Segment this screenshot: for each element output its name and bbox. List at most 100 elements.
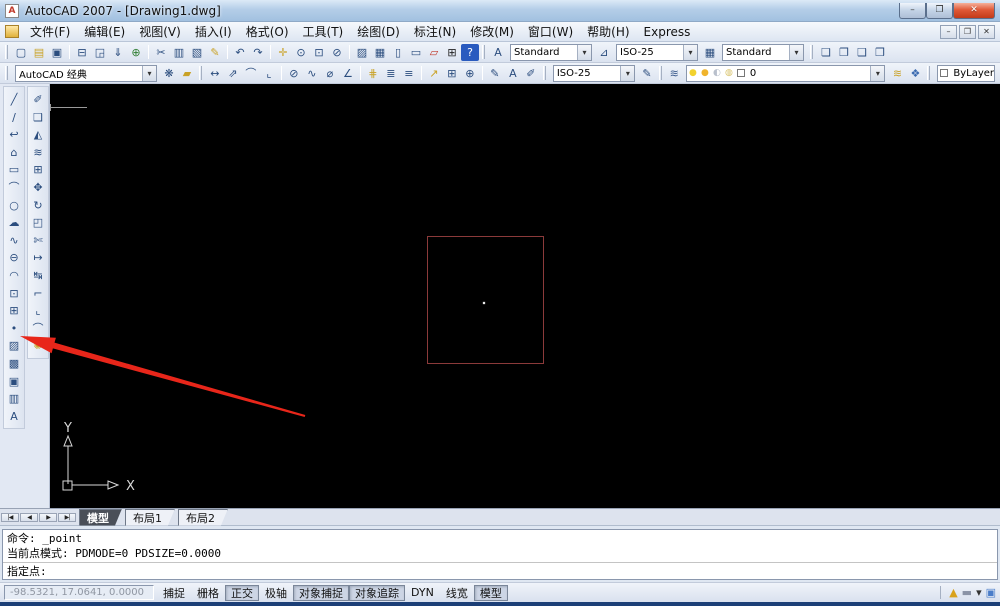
linear-dimension-icon[interactable]: ↔	[206, 65, 224, 82]
arc-length-dimension-icon[interactable]: ⌒	[242, 65, 260, 82]
draworder-front-icon[interactable]: ❏	[817, 44, 835, 61]
properties-icon[interactable]: ▨	[353, 44, 371, 61]
extend-tool[interactable]: ↦	[29, 249, 47, 267]
toggle-osnap[interactable]: 对象捕捉	[293, 585, 349, 601]
toolbar-grip[interactable]	[5, 66, 8, 80]
dimension-update-icon[interactable]: ✐	[522, 65, 540, 82]
insert-block-tool[interactable]: ⊡	[5, 285, 23, 303]
trim-tool[interactable]: ✄	[29, 232, 47, 250]
ordinate-dimension-icon[interactable]: ⌞	[260, 65, 278, 82]
erase-tool[interactable]: ✐	[29, 91, 47, 109]
cut-icon[interactable]: ✂	[152, 44, 170, 61]
toggle-ortho[interactable]: 正交	[225, 585, 259, 601]
toolbar-grip[interactable]	[810, 45, 813, 59]
web-icon[interactable]: ⊕	[127, 44, 145, 61]
layer-properties-manager-icon[interactable]: ≋	[666, 65, 683, 82]
drawing-file-icon[interactable]	[5, 25, 19, 38]
revision-cloud-tool[interactable]: ☁	[5, 214, 23, 232]
line-tool[interactable]: ╱	[5, 91, 23, 109]
array-tool[interactable]: ⊞	[29, 161, 47, 179]
quick-dimension-icon[interactable]: ⋕	[364, 65, 382, 82]
dim-style-icon[interactable]: ⊿	[595, 44, 613, 61]
explode-tool[interactable]: ✺	[29, 337, 47, 355]
redo-icon[interactable]: ↷	[249, 44, 267, 61]
coordinate-display[interactable]: -98.5321, 17.0641, 0.0000	[4, 585, 154, 600]
toolbar-lock-icon[interactable]: ▬	[962, 586, 972, 599]
minimize-button[interactable]: –	[899, 3, 926, 19]
workspace-settings-icon[interactable]: ❋	[160, 65, 178, 82]
zoom-window-icon[interactable]: ⊡	[310, 44, 328, 61]
annotation-scale-icon[interactable]: ▲	[949, 586, 957, 599]
quick-leader-icon[interactable]: ↗	[425, 65, 443, 82]
paste-icon[interactable]: ▧	[188, 44, 206, 61]
drawing-canvas[interactable]: Y X	[50, 84, 1000, 508]
menu-item-9[interactable]: 窗口(W)	[521, 22, 580, 41]
toolbar-grip[interactable]	[543, 66, 546, 80]
polyline-tool[interactable]: ↩	[5, 126, 23, 144]
zoom-previous-icon[interactable]: ⊘	[328, 44, 346, 61]
plot-icon[interactable]: ⊟	[73, 44, 91, 61]
dim-style-manager-icon[interactable]: ✎	[638, 65, 655, 82]
chamfer-tool[interactable]: ⌞	[29, 302, 47, 320]
dimension-text-edit-icon[interactable]: A	[504, 65, 522, 82]
menu-item-2[interactable]: 视图(V)	[132, 22, 188, 41]
rectangle-tool[interactable]: ▭	[5, 161, 23, 179]
menu-item-4[interactable]: 格式(O)	[239, 22, 296, 41]
dropdown-arrow-icon[interactable]: ▾	[620, 66, 634, 81]
close-button[interactable]: ✕	[953, 3, 995, 19]
publish-icon[interactable]: ⇓	[109, 44, 127, 61]
arc-tool[interactable]: ⌒	[5, 179, 23, 197]
tab-nav-last[interactable]: ▶|	[58, 513, 76, 522]
menu-item-0[interactable]: 文件(F)	[23, 22, 77, 41]
tab-model[interactable]: 模型	[79, 509, 122, 526]
construction-line-tool[interactable]: ∕	[5, 109, 23, 127]
tab-nav-prev[interactable]: ◀	[20, 513, 38, 522]
tab-nav-first[interactable]: |◀	[1, 513, 19, 522]
mirror-tool[interactable]: ◭	[29, 126, 47, 144]
toggle-dyn[interactable]: DYN	[405, 585, 440, 601]
help-icon[interactable]: ?	[461, 44, 479, 61]
point-tool[interactable]: •	[5, 320, 23, 338]
dimension-edit-icon[interactable]: ✎	[486, 65, 504, 82]
layer-bulb-icon[interactable]: ●	[687, 68, 699, 78]
table-tool[interactable]: ▥	[5, 390, 23, 408]
tool-palettes-icon[interactable]: ▯	[389, 44, 407, 61]
draworder-below-icon[interactable]: ❒	[871, 44, 889, 61]
dropdown-arrow-icon[interactable]: ▾	[142, 66, 156, 81]
menu-item-10[interactable]: 帮助(H)	[580, 22, 636, 41]
dropdown-arrow-icon[interactable]: ▾	[683, 45, 697, 60]
join-tool[interactable]: ⌐	[29, 285, 47, 303]
match-properties-icon[interactable]: ✎	[206, 44, 224, 61]
ellipse-tool[interactable]: ⊖	[5, 249, 23, 267]
aligned-dimension-icon[interactable]: ⇗	[224, 65, 242, 82]
table-style-icon[interactable]: ▦	[701, 44, 719, 61]
workspace-combo[interactable]: AutoCAD 经典 ▾	[15, 65, 157, 82]
tab-nav-next[interactable]: ▶	[39, 513, 57, 522]
toggle-polar[interactable]: 极轴	[259, 585, 293, 601]
diameter-dimension-icon[interactable]: ⌀	[321, 65, 339, 82]
status-menu-arrow-icon[interactable]: ▾	[976, 586, 982, 599]
polygon-tool[interactable]: ⌂	[5, 144, 23, 162]
toggle-snap[interactable]: 捕捉	[157, 585, 191, 601]
save-file-icon[interactable]: ▣	[48, 44, 66, 61]
gradient-tool[interactable]: ▩	[5, 355, 23, 373]
toggle-model[interactable]: 模型	[474, 585, 508, 601]
toggle-grid[interactable]: 栅格	[191, 585, 225, 601]
jogged-dimension-icon[interactable]: ∿	[303, 65, 321, 82]
menu-item-7[interactable]: 标注(N)	[407, 22, 463, 41]
dropdown-arrow-icon[interactable]: ▾	[870, 66, 884, 81]
radius-dimension-icon[interactable]: ⊘	[285, 65, 303, 82]
menu-item-8[interactable]: 修改(M)	[463, 22, 521, 41]
multiline-text-tool[interactable]: A	[5, 408, 23, 426]
menu-item-11[interactable]: Express	[637, 24, 698, 40]
child-minimize-button[interactable]: –	[940, 25, 957, 39]
toolbar-grip[interactable]	[659, 66, 662, 80]
fillet-tool[interactable]: ⌒	[29, 320, 47, 338]
ellipse-arc-tool[interactable]: ◠	[5, 267, 23, 285]
color-control-combo[interactable]: ByLayer	[937, 65, 995, 82]
my-workspace-icon[interactable]: ▰	[178, 65, 196, 82]
plot-preview-icon[interactable]: ◲	[91, 44, 109, 61]
sheet-set-manager-icon[interactable]: ▭	[407, 44, 425, 61]
hatch-tool[interactable]: ▨	[5, 337, 23, 355]
tab-layout1[interactable]: 布局1	[125, 509, 175, 526]
